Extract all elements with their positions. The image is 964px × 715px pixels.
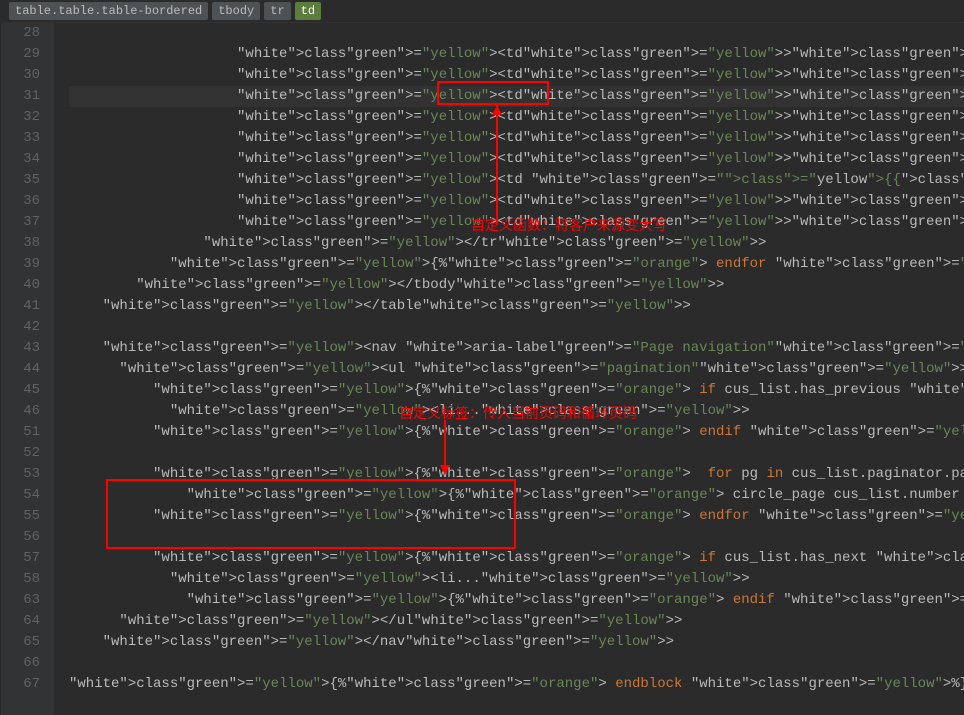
line-number: 28 — [1, 23, 40, 44]
line-number: 30 — [1, 65, 40, 86]
line-number: 40 — [1, 275, 40, 296]
code-line[interactable] — [69, 23, 964, 44]
line-number: 54 — [1, 485, 40, 506]
line-number: 33 — [1, 128, 40, 149]
code-line[interactable] — [69, 653, 964, 674]
code-line[interactable]: "white">class"green">="yellow"><ul "whit… — [69, 359, 964, 380]
code-line[interactable]: "white">class"green">="yellow"></ul"whit… — [69, 611, 964, 632]
code-line[interactable]: "white">class"green">="yellow"></tr"whit… — [69, 233, 964, 254]
code-editor: table.table.table-bordered tbody tr td 2… — [1, 0, 964, 715]
code-line[interactable] — [69, 527, 964, 548]
line-number: 64 — [1, 611, 40, 632]
code-line[interactable]: "white">class"green">="yellow">{%"white"… — [69, 590, 964, 611]
line-number: 51 — [1, 422, 40, 443]
line-number: 52 — [1, 443, 40, 464]
line-number: 43 — [1, 338, 40, 359]
line-number: 63 — [1, 590, 40, 611]
code-line[interactable]: "white">class"green">="yellow">{%"white"… — [69, 380, 964, 401]
annotation-arrow-2 — [435, 420, 455, 480]
breadcrumb-item[interactable]: td — [295, 2, 321, 20]
code-line[interactable]: "white">class"green">="yellow"><td"white… — [69, 128, 964, 149]
breadcrumb-item[interactable]: table.table.table-bordered — [9, 2, 208, 20]
line-number: 56 — [1, 527, 40, 548]
annotation-text-1: 自定义函数：将客户来源变大写 — [471, 215, 667, 236]
code-line[interactable]: "white">class"green">="yellow">{%"white"… — [69, 674, 964, 695]
line-number: 46 — [1, 401, 40, 422]
line-number: 35 — [1, 170, 40, 191]
code-line[interactable]: "white">class"green">="yellow"><td"white… — [69, 107, 964, 128]
code-line[interactable] — [69, 443, 964, 464]
line-number: 44 — [1, 359, 40, 380]
code-line[interactable]: "white">class"green">="yellow"><li..."wh… — [69, 569, 964, 590]
code-line[interactable]: "white">class"green">="yellow">{%"white"… — [69, 506, 964, 527]
line-number: 39 — [1, 254, 40, 275]
code-content[interactable]: 自定义函数：将客户来源变大写 自定义标签：传入当前页码和循环页码 "white"… — [55, 23, 964, 715]
line-number: 31 — [1, 86, 40, 107]
code-line[interactable]: "white">class"green">="yellow"></tbody"w… — [69, 275, 964, 296]
line-number: 42 — [1, 317, 40, 338]
line-number: 57 — [1, 548, 40, 569]
line-number: 36 — [1, 191, 40, 212]
code-line[interactable]: "white">class"green">="yellow">{%"white"… — [69, 422, 964, 443]
line-number: 29 — [1, 44, 40, 65]
line-number: 53 — [1, 464, 40, 485]
code-line[interactable]: "white">class"green">="yellow"></table"w… — [69, 296, 964, 317]
line-number: 45 — [1, 380, 40, 401]
line-number: 67 — [1, 674, 40, 695]
code-line[interactable]: "white">class"green">="yellow"><td"white… — [69, 149, 964, 170]
breadcrumb-item[interactable]: tr — [264, 2, 290, 20]
code-line[interactable]: "white">class"green">="yellow"><td"white… — [69, 191, 964, 212]
code-line[interactable]: "white">class"green">="yellow">{%"white"… — [69, 254, 964, 275]
code-line[interactable]: "white">class"green">="yellow">{%"white"… — [69, 464, 964, 485]
line-number: 55 — [1, 506, 40, 527]
line-number: 32 — [1, 107, 40, 128]
code-line[interactable]: "white">class"green">="yellow"><td"white… — [69, 65, 964, 86]
line-number: 41 — [1, 296, 40, 317]
breadcrumb-bar: table.table.table-bordered tbody tr td — [1, 0, 964, 23]
line-number: 38 — [1, 233, 40, 254]
code-line[interactable]: "white">class"green">="yellow"><nav "whi… — [69, 338, 964, 359]
code-area[interactable]: 2829303132333435363738394041424344454651… — [1, 23, 964, 715]
line-gutter: 2829303132333435363738394041424344454651… — [1, 23, 55, 715]
code-line[interactable]: "white">class"green">="yellow"><td"white… — [69, 86, 964, 107]
line-number: 65 — [1, 632, 40, 653]
annotation-text-2: 自定义标签：传入当前页码和循环页码 — [399, 403, 637, 424]
code-line[interactable]: "white">class"green">="yellow">{%"white"… — [69, 548, 964, 569]
breadcrumb-item[interactable]: tbody — [212, 2, 260, 20]
code-line[interactable]: "white">class"green">="yellow"></nav"whi… — [69, 632, 964, 653]
line-number: 37 — [1, 212, 40, 233]
line-number: 58 — [1, 569, 40, 590]
code-line[interactable] — [69, 317, 964, 338]
line-number: 34 — [1, 149, 40, 170]
code-line[interactable]: "white">class"green">="yellow"><td "whit… — [69, 170, 964, 191]
line-number: 66 — [1, 653, 40, 674]
code-line[interactable]: "white">class"green">="yellow">{%"white"… — [69, 485, 964, 506]
code-line[interactable]: "white">class"green">="yellow"><td"white… — [69, 44, 964, 65]
